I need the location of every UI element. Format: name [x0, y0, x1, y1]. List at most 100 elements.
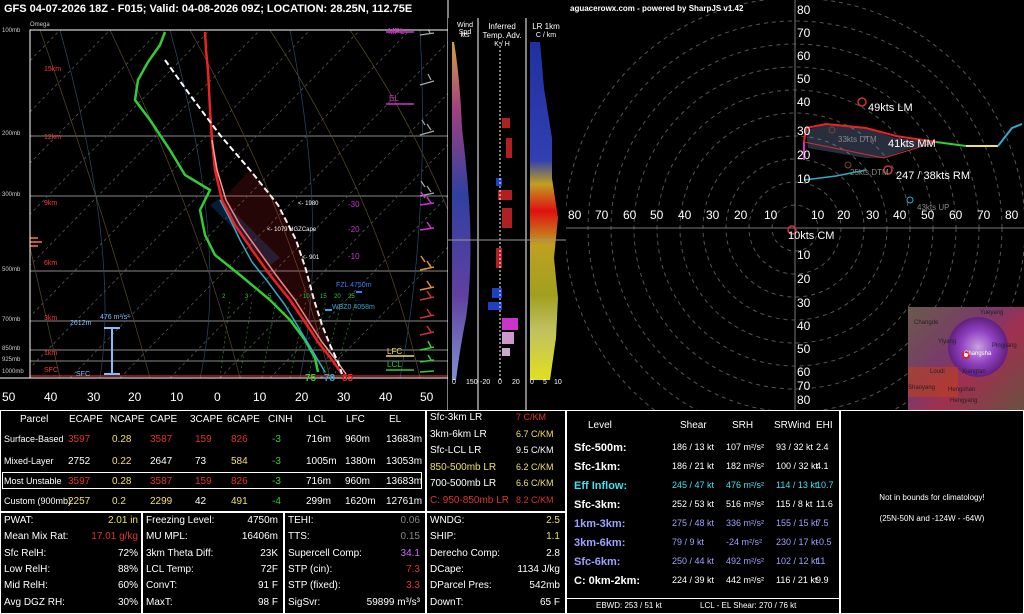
isotherm-minus10-label: -10: [348, 252, 360, 261]
fzl-label: FZL 4750m: [336, 282, 372, 289]
sfc-temp-value: 85: [342, 373, 354, 384]
srwind-value: 114 / 13 kt: [776, 480, 818, 490]
srwind-value: 230 / 17 kt: [776, 537, 819, 547]
el-label: EL: [389, 94, 399, 103]
cape-col-header: CAPE: [150, 414, 178, 425]
wind-axis-max: 150: [466, 379, 478, 386]
lcl-value: 716m: [306, 434, 332, 445]
thermo-value: 0.15: [400, 531, 420, 543]
mixing-ratio-label: 3: [245, 294, 249, 300]
mixing-ratio-label: 20: [334, 294, 341, 300]
thermo-label: TTS:: [288, 531, 310, 543]
pressure-label: 200mb: [2, 131, 21, 137]
thermo-label: LCL Temp:: [146, 563, 194, 575]
cinh-value: -3: [272, 434, 281, 445]
shear-value: 252 / 53 kt: [672, 499, 715, 509]
ncape-value: 0.28: [112, 434, 132, 445]
ehi-value: 11.6: [816, 499, 833, 509]
srwind-value: 116 / 21 kt: [776, 575, 818, 585]
thermo-label: Freezing Level:: [146, 515, 215, 526]
map-label: Hengyang: [950, 398, 978, 404]
left-mover-label: 49kts LM: [868, 102, 913, 114]
temp-adv-axis: 20: [512, 379, 520, 386]
isotherm-minus30-label: -30: [348, 200, 360, 209]
el-col-header: EL: [389, 414, 402, 425]
lr-panel-unit: C / km: [535, 32, 557, 39]
srh-col-header: SRH: [732, 420, 754, 431]
parcel-name: Mixed-Layer: [4, 456, 54, 466]
srh-value: 476 m²/s²: [726, 480, 765, 490]
lfc-value: 960m: [345, 476, 371, 487]
hgz-1980-label: <- 1980: [298, 201, 319, 207]
thermo-label: Mean Mix Rat:: [4, 531, 69, 543]
thermo-value: 72F: [260, 563, 278, 575]
shear-value: 79 / 9 kt: [672, 537, 705, 547]
thermo-value: 16406m: [241, 531, 278, 543]
6cape-value: 826: [231, 434, 248, 445]
shear-value: 186 / 21 kt: [672, 461, 715, 471]
srh-value: 182 m²/s²: [726, 461, 765, 471]
thermo-label: TEHI:: [288, 515, 314, 526]
hodo-x-tick: 50: [650, 208, 664, 222]
isotherm-minus20-label: -20: [348, 225, 360, 234]
mixing-ratio-label: 10: [303, 294, 310, 300]
lapse-rate-value: 6.2 C/KM: [516, 461, 554, 472]
lapse-rate-value: 6.6 C/KM: [516, 478, 554, 488]
ebwd-value: EBWD: 253 / 51 kt: [596, 601, 662, 610]
ecape-value: 3597: [68, 476, 91, 487]
dtm-label: 33kts DTM: [838, 135, 877, 144]
parcel-name: Surface-Based: [4, 434, 64, 444]
sfc-dewpoint-value: 75: [305, 373, 317, 384]
thermo-value: 17.01 g/kg: [91, 531, 138, 543]
ehi-value: 10.7: [816, 480, 834, 490]
pressure-label: 700mb: [2, 317, 21, 323]
level-label: Sfc-6km:: [574, 556, 621, 568]
hodo-y-tick: 50: [797, 342, 811, 356]
ecape-value: 2752: [68, 456, 91, 467]
thermo-label: Supercell Comp:: [288, 547, 362, 559]
el-value: 13053m: [386, 456, 423, 467]
kinematics-footer-divider: [566, 598, 840, 599]
temp-adv-title: Temp. Adv.: [482, 31, 522, 40]
hgz-cape-label: <- 1079 HGZCape: [267, 227, 317, 233]
ncape-col-header: NCAPE: [110, 414, 145, 425]
level-label: Sfc-1km:: [574, 461, 621, 473]
thermo-label: SHIP:: [430, 531, 457, 543]
temp-adv-title: Inferred: [488, 22, 516, 31]
lapse-rate-label: 700-500mb LR: [430, 478, 497, 489]
hodo-y-tick: 40: [797, 319, 811, 333]
hodo-x-tick: 30: [706, 208, 720, 222]
srwind-value: 115 / 8 kt: [776, 499, 813, 509]
pressure-label: 300mb: [2, 192, 21, 198]
pressure-label: 1000mb: [2, 369, 24, 375]
3cape-value: 73: [195, 456, 207, 467]
hodo-y-tick: 10: [797, 248, 811, 262]
thermo-label: Low RelH:: [4, 563, 51, 575]
hodo-x-tick: 40: [678, 208, 692, 222]
thermo-value: 65 F: [539, 596, 560, 608]
upshear-label: 43kts UP: [917, 203, 950, 212]
thermo-label: SigSvr:: [288, 596, 321, 608]
hodo-y-tick: 20: [797, 148, 811, 162]
thermo-label: DParcel Pres:: [430, 580, 492, 592]
ehi-value: 2.4: [816, 442, 829, 452]
temp-axis-tick: 40: [379, 390, 393, 404]
lapse-rate-value: 6.7 C/KM: [516, 428, 554, 439]
map-label: Xiangtan: [962, 369, 986, 375]
temp-adv-axis: 0: [498, 379, 502, 386]
thermo-value: 88%: [117, 563, 138, 575]
height-label: SFC: [44, 367, 58, 374]
level-label: C: 0km-2km:: [574, 575, 641, 587]
hodo-x-tick: 60: [949, 208, 963, 222]
wind-axis-min: 0: [452, 379, 456, 386]
parcel-name: Custom (900mb): [4, 496, 72, 506]
lapse-rate-value: 7 C/KM: [516, 412, 547, 422]
hodo-x-tick: 40: [893, 208, 907, 222]
thermo-value: 4750m: [247, 515, 278, 526]
temp-axis-tick: 20: [295, 390, 309, 404]
thermo-value: 72%: [117, 547, 138, 559]
thermo-value: 2.5: [546, 515, 560, 526]
lr-axis: 5: [543, 379, 547, 386]
hodo-x-tick: 10: [811, 208, 825, 222]
hodo-x-tick: 60: [623, 208, 637, 222]
